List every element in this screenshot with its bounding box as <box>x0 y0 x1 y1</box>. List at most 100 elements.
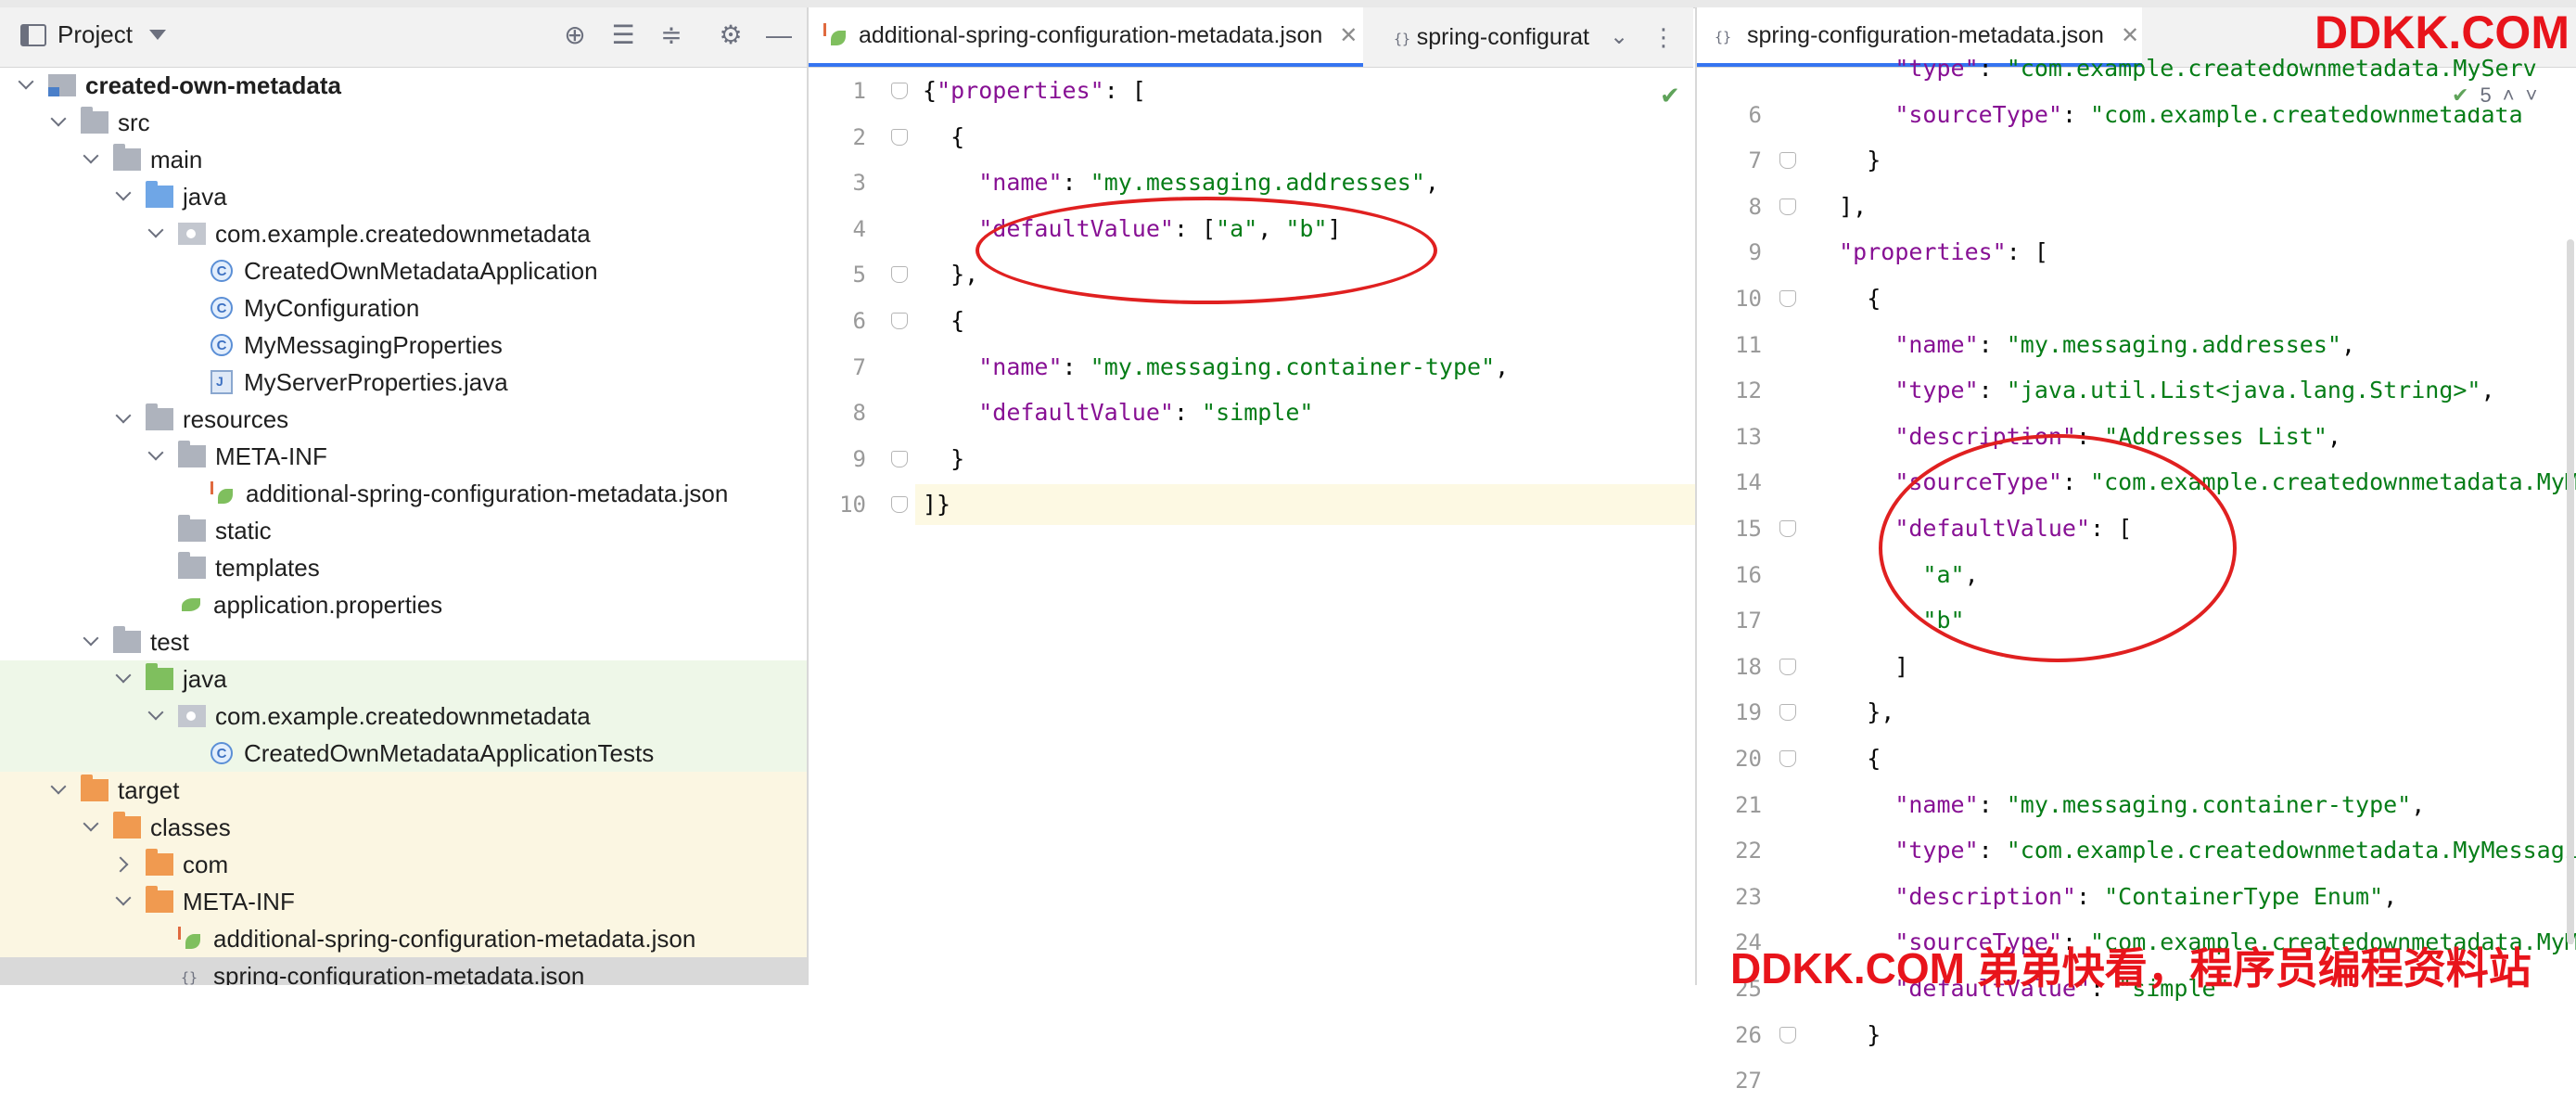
tab-spring-metadata[interactable]: {} spring-configurat <box>1376 7 1589 67</box>
tree-item-label: application.properties <box>213 590 443 619</box>
tree-item[interactable]: resources <box>0 401 807 438</box>
fold-marker-icon[interactable] <box>1779 1026 1796 1043</box>
tree-item[interactable]: created-own-metadata <box>0 67 807 104</box>
tree-item[interactable]: com <box>0 846 807 883</box>
fold-marker-icon[interactable] <box>891 83 908 99</box>
tree-item[interactable]: main <box>0 141 807 178</box>
json-string: "java.util.List<java.lang.String>" <box>2006 377 2481 404</box>
tab-additional-metadata[interactable]: additional-spring-configuration-metadata… <box>809 7 1363 67</box>
chevron-down-icon[interactable] <box>148 709 163 723</box>
line-number <box>1697 48 1762 89</box>
project-view-selector[interactable]: Project <box>20 20 166 49</box>
fold-marker-icon[interactable] <box>1779 198 1796 215</box>
expand-all-icon[interactable]: ☰ <box>608 20 638 50</box>
close-icon[interactable]: ✕ <box>1339 22 1358 49</box>
tree-item[interactable]: C CreatedOwnMetadataApplication <box>0 252 807 289</box>
inspection-count: 5 <box>2480 83 2492 107</box>
chevron-down-icon[interactable] <box>116 412 131 427</box>
tree-item[interactable]: C MyMessagingProperties <box>0 326 807 364</box>
previous-highlight-icon[interactable]: ˄ <box>2503 83 2515 108</box>
locate-file-icon[interactable]: ⊕ <box>560 20 590 50</box>
chevron-down-icon[interactable] <box>116 894 131 909</box>
chevron-down-icon[interactable] <box>116 189 131 204</box>
inspection-widget[interactable]: ✔ 5 ˄ ˅ <box>2446 83 2544 108</box>
more-options-icon[interactable]: ⋮ <box>1649 22 1678 52</box>
collapse-all-icon[interactable]: ≑ <box>657 20 686 50</box>
tree-item[interactable]: templates <box>0 549 807 586</box>
tree-item[interactable]: C MyConfiguration <box>0 289 807 326</box>
fold-marker-icon[interactable] <box>891 266 908 284</box>
tree-item[interactable]: target <box>0 772 807 809</box>
tree-item[interactable]: com.example.createdownmetadata <box>0 215 807 252</box>
chevron-down-icon[interactable] <box>19 78 33 93</box>
tree-item[interactable]: C CreatedOwnMetadataApplicationTests <box>0 735 807 772</box>
json-punctuation: ], <box>1811 192 1868 220</box>
gear-icon[interactable]: ⚙ <box>716 20 746 50</box>
json-punctuation: , <box>2327 422 2341 450</box>
chevron-down-icon[interactable] <box>51 115 66 130</box>
json-punctuation <box>923 215 978 242</box>
chevron-right-icon[interactable] <box>116 857 131 872</box>
fold-marker-icon[interactable] <box>1779 520 1796 537</box>
chevron-down-icon[interactable] <box>83 820 98 835</box>
fold-marker-icon[interactable] <box>1779 658 1796 675</box>
fold-marker-icon[interactable] <box>891 313 908 329</box>
hide-panel-icon[interactable]: — <box>764 20 794 50</box>
tree-item[interactable]: java <box>0 178 807 215</box>
line-number: 7 <box>852 353 866 380</box>
line-number: 20 <box>1735 746 1762 772</box>
package-icon <box>178 223 206 245</box>
code-line: { <box>1804 278 2576 319</box>
json-punctuation <box>1811 55 1894 82</box>
chevron-down-icon[interactable] <box>116 672 131 686</box>
chevron-down-icon[interactable]: ⌄ <box>1604 22 1634 52</box>
tree-item[interactable]: additional-spring-configuration-metadata… <box>0 475 807 512</box>
tree-item[interactable]: {} spring-configuration-metadata.json <box>0 957 807 985</box>
fold-marker-icon[interactable] <box>891 450 908 467</box>
tree-item[interactable]: META-INF <box>0 438 807 475</box>
json-key: "properties" <box>1839 238 2007 266</box>
watermark-bottom: DDKK.COM 弟弟快看，程序员编程资料站 <box>1730 944 2531 992</box>
tree-item[interactable]: test <box>0 623 807 660</box>
code-line: { <box>915 301 1701 341</box>
json-key: "type" <box>1894 55 1979 82</box>
fold-marker-icon[interactable] <box>1779 750 1796 767</box>
tree-item[interactable]: META-INF <box>0 883 807 920</box>
json-string: "simple" <box>1202 399 1314 427</box>
json-string: "my.messaging.container-type" <box>2006 790 2412 818</box>
json-punctuation: : <box>1978 837 2007 864</box>
tree-item[interactable]: application.properties <box>0 586 807 623</box>
tree-item[interactable]: static <box>0 512 807 549</box>
fold-marker-icon[interactable] <box>891 128 908 146</box>
chevron-down-icon[interactable] <box>148 226 163 241</box>
tree-item[interactable]: java <box>0 660 807 698</box>
chevron-down-icon[interactable] <box>83 152 98 167</box>
tree-item[interactable]: additional-spring-configuration-metadata… <box>0 920 807 957</box>
code-line: {"properties": [ <box>915 70 1701 111</box>
vertical-scrollbar[interactable] <box>2567 239 2574 944</box>
json-punctuation: } <box>1811 147 1881 174</box>
tab-label: spring-configurat <box>1416 23 1589 50</box>
tree-item-label: MyConfiguration <box>244 293 420 322</box>
tree-item[interactable]: com.example.createdownmetadata <box>0 698 807 735</box>
json-punctuation <box>923 399 978 426</box>
close-icon[interactable]: ✕ <box>2121 22 2139 49</box>
json-key: "name" <box>978 352 1063 380</box>
annotation-circle-right <box>1879 434 2237 662</box>
fold-marker-icon[interactable] <box>1779 152 1796 170</box>
chevron-down-icon[interactable] <box>51 783 66 798</box>
json-punctuation: ]} <box>923 491 951 518</box>
code-line: "name": "my.messaging.container-type", <box>915 347 1701 388</box>
tree-item[interactable]: MyServerProperties.java <box>0 364 807 401</box>
chevron-down-icon[interactable] <box>148 449 163 464</box>
fold-marker-icon[interactable] <box>1779 290 1796 307</box>
package-icon <box>178 705 206 727</box>
resources-folder-icon <box>146 403 173 430</box>
fold-marker-icon[interactable] <box>1779 704 1796 722</box>
chevron-down-icon[interactable] <box>83 634 98 649</box>
tree-item[interactable]: classes <box>0 809 807 846</box>
next-highlight-icon[interactable]: ˅ <box>2526 83 2538 108</box>
tree-item[interactable]: src <box>0 104 807 141</box>
fold-marker-icon[interactable] <box>891 496 908 514</box>
code-line: ]} <box>915 484 1701 526</box>
